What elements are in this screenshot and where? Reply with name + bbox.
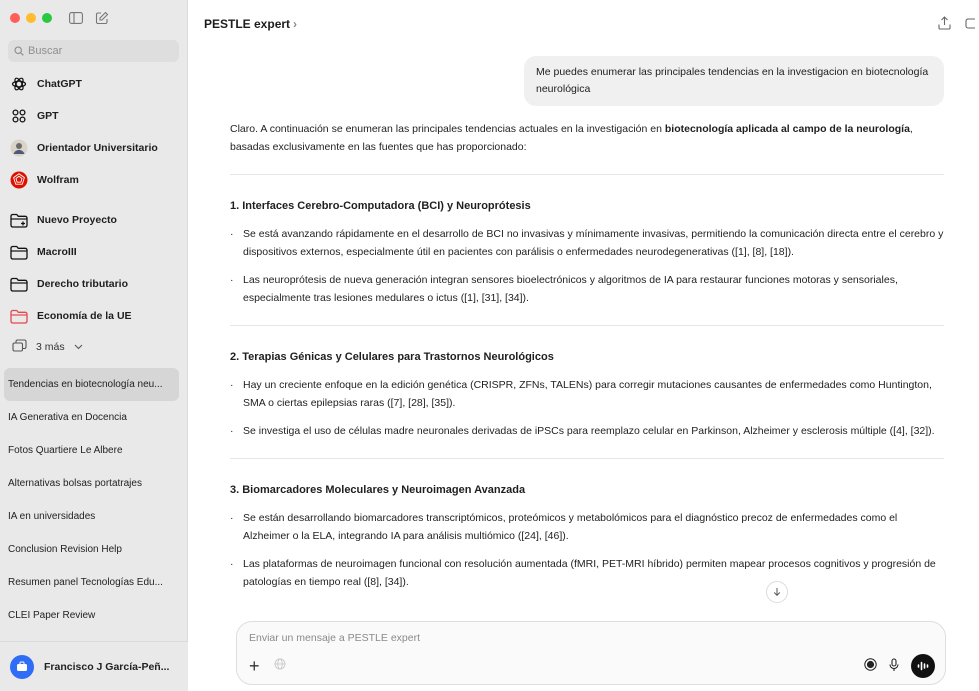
show-more-projects-button[interactable]: 3 más xyxy=(0,332,187,362)
orientador-avatar-icon xyxy=(10,139,28,157)
avatar xyxy=(10,654,34,679)
new-chat-icon[interactable] xyxy=(94,10,110,26)
sidebar-item-label: Derecho tributario xyxy=(37,278,129,290)
close-window-button[interactable] xyxy=(10,13,20,23)
folder-plus-icon xyxy=(10,211,28,229)
sidebar-project-derecho-tributario[interactable]: Derecho tributario xyxy=(0,268,187,300)
sidebar-project-macroiii[interactable]: MacroIII xyxy=(0,236,187,268)
sidebar-item-label: Orientador Universitario xyxy=(37,142,158,154)
history-item[interactable]: IA en universidades xyxy=(0,500,179,533)
list-item: · Se está avanzando rápidamente en el des… xyxy=(230,228,944,258)
sidebar-item-label: Economía de la UE xyxy=(37,310,132,322)
section-title: 2. Terapias Génicas y Celulares para Tra… xyxy=(230,351,554,363)
sidebar-item-label: GPT xyxy=(37,110,59,122)
history-item[interactable]: IA Generativa en Docencia xyxy=(0,401,179,434)
answer-intro: Claro. A continuación se enumeran las pr… xyxy=(230,123,913,153)
sidebar-item-label: Nuevo Proyecto xyxy=(37,214,117,226)
divider xyxy=(230,174,944,175)
user-name: Francisco J García-Peñ... xyxy=(44,660,170,673)
divider xyxy=(230,325,944,326)
chevron-right-icon: › xyxy=(293,17,298,31)
search-input[interactable] xyxy=(28,45,168,57)
header-actions xyxy=(938,16,975,33)
title-bar xyxy=(0,0,187,36)
list-item: · Las neuroprótesis de nueva generación i… xyxy=(230,274,898,304)
plus-icon[interactable]: + xyxy=(249,657,260,675)
section-title: 1. Interfaces Cerebro-Computadora (BCI) … xyxy=(230,200,531,212)
chevron-down-icon xyxy=(74,341,83,353)
record-icon[interactable] xyxy=(864,658,877,674)
sidebar-item-gpt[interactable]: GPT xyxy=(0,100,187,132)
section-title: 3. Biomarcadores Moleculares y Neuroimag… xyxy=(230,484,526,496)
list-item: · Las plataformas de neuroimagen funciona… xyxy=(230,558,936,588)
message-composer: + xyxy=(236,621,946,685)
sidebar-item-orientador[interactable]: Orientador Universitario xyxy=(0,132,187,164)
sidebar-item-chatgpt[interactable]: ChatGPT xyxy=(0,68,187,100)
search-icon xyxy=(14,46,24,56)
app-window: ChatGPT GPT Orientador Universitario Wol… xyxy=(0,0,979,691)
toggle-sidebar-icon[interactable] xyxy=(68,10,84,26)
arrow-down-icon xyxy=(773,588,781,597)
waveform-icon xyxy=(917,661,929,671)
history-item[interactable]: Resumen panel Tecnologías Edu... xyxy=(0,566,179,599)
share-icon[interactable] xyxy=(938,16,951,33)
divider xyxy=(230,458,944,459)
sidebar: ChatGPT GPT Orientador Universitario Wol… xyxy=(0,0,188,691)
history-item[interactable]: CLEI Paper Review xyxy=(0,599,179,632)
folder-icon xyxy=(10,275,28,293)
zoom-window-button[interactable] xyxy=(42,13,52,23)
message-input[interactable] xyxy=(249,632,849,650)
history-item[interactable]: Fotos Quartiere Le Albere xyxy=(0,434,179,467)
search-box[interactable] xyxy=(8,40,179,62)
sidebar-item-wolfram[interactable]: Wolfram xyxy=(0,164,187,196)
sidebar-item-label: MacroIII xyxy=(37,246,77,258)
openai-logo-icon xyxy=(10,75,28,93)
sidebar-project-economia-ue[interactable]: Economía de la UE xyxy=(0,300,187,332)
composer-left-tools: + xyxy=(249,657,286,675)
main-panel: PESTLE expert › Me puedes enumerar las pr… xyxy=(188,0,979,691)
history-item[interactable]: Alternativas bolsas portatrajes xyxy=(0,467,179,500)
show-more-label: 3 más xyxy=(36,341,65,353)
microphone-icon[interactable] xyxy=(889,657,899,675)
conversation-scroll[interactable]: Me puedes enumerar las principales tende… xyxy=(230,50,944,610)
sidebar-project-nuevo-proyecto[interactable]: Nuevo Proyecto xyxy=(0,204,187,236)
model-selector[interactable]: PESTLE expert › xyxy=(204,17,297,31)
user-message-bubble: Me puedes enumerar las principales tende… xyxy=(524,56,944,106)
new-window-icon[interactable] xyxy=(965,16,975,33)
stacked-folders-icon xyxy=(12,339,27,355)
history-item[interactable]: Conclusion Revision Help xyxy=(0,533,179,566)
sidebar-item-label: Wolfram xyxy=(37,174,79,186)
wolfram-logo-icon xyxy=(10,171,28,189)
chat-history-list: Tendencias en biotecnología neu... IA Ge… xyxy=(0,368,187,632)
user-account-button[interactable]: Francisco J García-Peñ... xyxy=(0,641,188,691)
list-item: · Hay un creciente enfoque en la edición … xyxy=(230,379,932,409)
scroll-to-bottom-button[interactable] xyxy=(766,581,788,603)
page-title: PESTLE expert xyxy=(204,17,291,31)
sidebar-item-label: ChatGPT xyxy=(37,78,82,90)
list-item: · Se están desarrollando biomarcadores tr… xyxy=(230,512,898,542)
list-item: · Se investiga el uso de células madre ne… xyxy=(230,425,935,437)
minimize-window-button[interactable] xyxy=(26,13,36,23)
chat-header: PESTLE expert › xyxy=(188,0,979,48)
globe-icon[interactable] xyxy=(274,658,286,673)
voice-mode-button[interactable] xyxy=(911,654,935,678)
folder-red-icon xyxy=(10,307,28,325)
gpts-grid-icon xyxy=(10,107,28,125)
assistant-message: Claro. A continuación se enumeran las pr… xyxy=(230,120,944,601)
composer-right-tools xyxy=(864,654,935,678)
history-item-active[interactable]: Tendencias en biotecnología neu... xyxy=(4,368,179,401)
folder-icon xyxy=(10,243,28,261)
